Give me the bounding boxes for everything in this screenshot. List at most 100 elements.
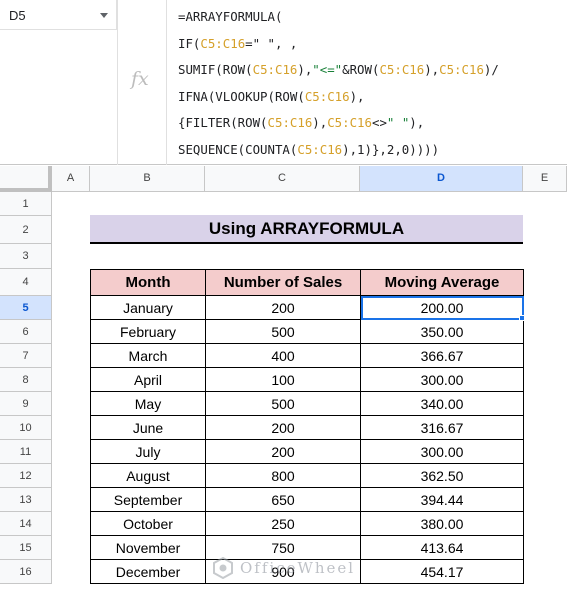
formula-range-ref: C5:C16: [304, 88, 350, 104]
cell-number-of-sales[interactable]: 500: [205, 391, 361, 416]
cell-month[interactable]: September: [90, 487, 206, 512]
name-box-value[interactable]: D5: [9, 8, 26, 23]
formula-token: &ROW(: [342, 62, 380, 77]
formula-token: =ARRAYFORMULA(: [178, 9, 283, 24]
cell-number-of-sales[interactable]: 800: [205, 463, 361, 488]
row-header-15[interactable]: 15: [0, 536, 52, 560]
cell-month[interactable]: May: [90, 391, 206, 416]
formula-bar-area: D5 fx =ARRAYFORMULA(IF(C5:C16=" ", , SUMI…: [0, 0, 567, 165]
table-row: June 200 316.67: [90, 415, 524, 440]
formula-range-ref: C5:C16: [267, 115, 313, 130]
table-header-row: Month Number of Sales Moving Average: [90, 269, 524, 296]
cell-moving-average[interactable]: 300.00: [360, 439, 524, 464]
row-header-6[interactable]: 6: [0, 320, 52, 344]
row-header-1[interactable]: 1: [0, 192, 52, 216]
row-header-16[interactable]: 16: [0, 560, 52, 584]
formula-token: ),: [312, 115, 328, 130]
row-header-14[interactable]: 14: [0, 512, 52, 536]
cell-number-of-sales[interactable]: 750: [205, 535, 361, 560]
header-moving-average[interactable]: Moving Average: [360, 269, 524, 296]
row-header-5[interactable]: 5: [0, 296, 52, 320]
cell-number-of-sales[interactable]: 200: [205, 415, 361, 440]
row-header-12[interactable]: 12: [0, 464, 52, 488]
cell-month[interactable]: August: [90, 463, 206, 488]
row-header-3[interactable]: 3: [0, 244, 52, 269]
formula-token: ),1)},2,0)))): [342, 141, 440, 157]
sheet-title[interactable]: Using ARRAYFORMULA: [90, 215, 523, 244]
column-header-d[interactable]: D: [360, 166, 523, 192]
cell-month[interactable]: October: [90, 511, 206, 536]
cell-number-of-sales[interactable]: 250: [205, 511, 361, 536]
column-header-e[interactable]: E: [523, 166, 567, 192]
column-header-b[interactable]: B: [90, 166, 205, 192]
formula-token: SEQUENCE(COUNTA(: [178, 141, 298, 157]
row-header-4[interactable]: 4: [0, 269, 52, 296]
header-number-of-sales[interactable]: Number of Sales: [205, 269, 361, 296]
table-row: November 750 413.64: [90, 535, 524, 560]
cell-moving-average[interactable]: 394.44: [360, 487, 524, 512]
divider: [117, 0, 118, 165]
cell-moving-average[interactable]: 413.64: [360, 535, 524, 560]
cell-number-of-sales[interactable]: 650: [205, 487, 361, 512]
table-row: July 200 300.00: [90, 439, 524, 464]
fill-handle[interactable]: [519, 315, 525, 321]
cell-month[interactable]: March: [90, 343, 206, 368]
cell-month[interactable]: January: [90, 295, 206, 320]
cell-number-of-sales[interactable]: 400: [205, 343, 361, 368]
formula-token: ),: [409, 115, 425, 130]
formula-line[interactable]: IF(C5:C16=" ", ,: [178, 34, 499, 61]
formula-token: IF(: [178, 35, 201, 51]
cell-moving-average[interactable]: 380.00: [360, 511, 524, 536]
row-header-2[interactable]: 2: [0, 216, 52, 244]
cell-number-of-sales[interactable]: 500: [205, 319, 361, 344]
formula-line[interactable]: IFNA(VLOOKUP(ROW(C5:C16),: [178, 87, 499, 114]
cell-month[interactable]: April: [90, 367, 206, 392]
name-box[interactable]: D5: [0, 0, 117, 30]
cell-moving-average[interactable]: 362.50: [360, 463, 524, 488]
cell-moving-average[interactable]: 300.00: [360, 367, 524, 392]
row-header-8[interactable]: 8: [0, 368, 52, 392]
table-row: May 500 340.00: [90, 391, 524, 416]
cell-month[interactable]: February: [90, 319, 206, 344]
cell-moving-average[interactable]: 454.17: [360, 559, 524, 584]
formula-range-ref: C5:C16: [297, 141, 343, 157]
officewheel-logo-icon: [213, 557, 233, 579]
row-header-7[interactable]: 7: [0, 344, 52, 368]
row-header-13[interactable]: 13: [0, 488, 52, 512]
watermark-text: OfficeWheel: [240, 559, 356, 577]
formula-token: ),: [297, 62, 313, 77]
cell-month[interactable]: July: [90, 439, 206, 464]
select-all-corner[interactable]: [0, 166, 52, 192]
cell-month[interactable]: December: [90, 559, 206, 584]
cell-moving-average[interactable]: 366.67: [360, 343, 524, 368]
table-row: August 800 362.50: [90, 463, 524, 488]
chevron-down-icon[interactable]: [100, 13, 108, 18]
column-header-c[interactable]: C: [205, 166, 360, 192]
cell-moving-average[interactable]: 350.00: [360, 319, 524, 344]
formula-input[interactable]: =ARRAYFORMULA( IF(C5:C16=" ", , SUMIF(ROW(…: [178, 7, 499, 166]
formula-line[interactable]: SUMIF(ROW(C5:C16),"<="&ROW(C5:C16),C5:C1…: [178, 60, 499, 87]
formula-token: {FILTER(ROW(: [178, 115, 268, 130]
row-header-9[interactable]: 9: [0, 392, 52, 416]
formula-token: SUMIF(ROW(: [178, 62, 253, 77]
cell-moving-average[interactable]: 200.00: [360, 295, 524, 320]
formula-range-ref: C5:C16: [252, 62, 298, 77]
cell-month[interactable]: June: [90, 415, 206, 440]
cell-number-of-sales[interactable]: 100: [205, 367, 361, 392]
row-header-11[interactable]: 11: [0, 440, 52, 464]
cell-month[interactable]: November: [90, 535, 206, 560]
formula-range-ref: C5:C16: [379, 62, 425, 77]
formula-line[interactable]: =ARRAYFORMULA(: [178, 7, 499, 34]
cell-number-of-sales[interactable]: 200: [205, 295, 361, 320]
column-header-a[interactable]: A: [52, 166, 90, 192]
formula-line[interactable]: {FILTER(ROW(C5:C16),C5:C16<>" "),: [178, 113, 499, 140]
row-header-10[interactable]: 10: [0, 416, 52, 440]
formula-line[interactable]: SEQUENCE(COUNTA(C5:C16),1)},2,0)))): [178, 140, 499, 167]
formula-token: <>: [371, 115, 387, 130]
formula-range-ref: C5:C16: [439, 62, 484, 77]
cell-moving-average[interactable]: 340.00: [360, 391, 524, 416]
formula-range-ref: C5:C16: [200, 35, 246, 51]
cell-moving-average[interactable]: 316.67: [360, 415, 524, 440]
header-month[interactable]: Month: [90, 269, 206, 296]
cell-number-of-sales[interactable]: 200: [205, 439, 361, 464]
